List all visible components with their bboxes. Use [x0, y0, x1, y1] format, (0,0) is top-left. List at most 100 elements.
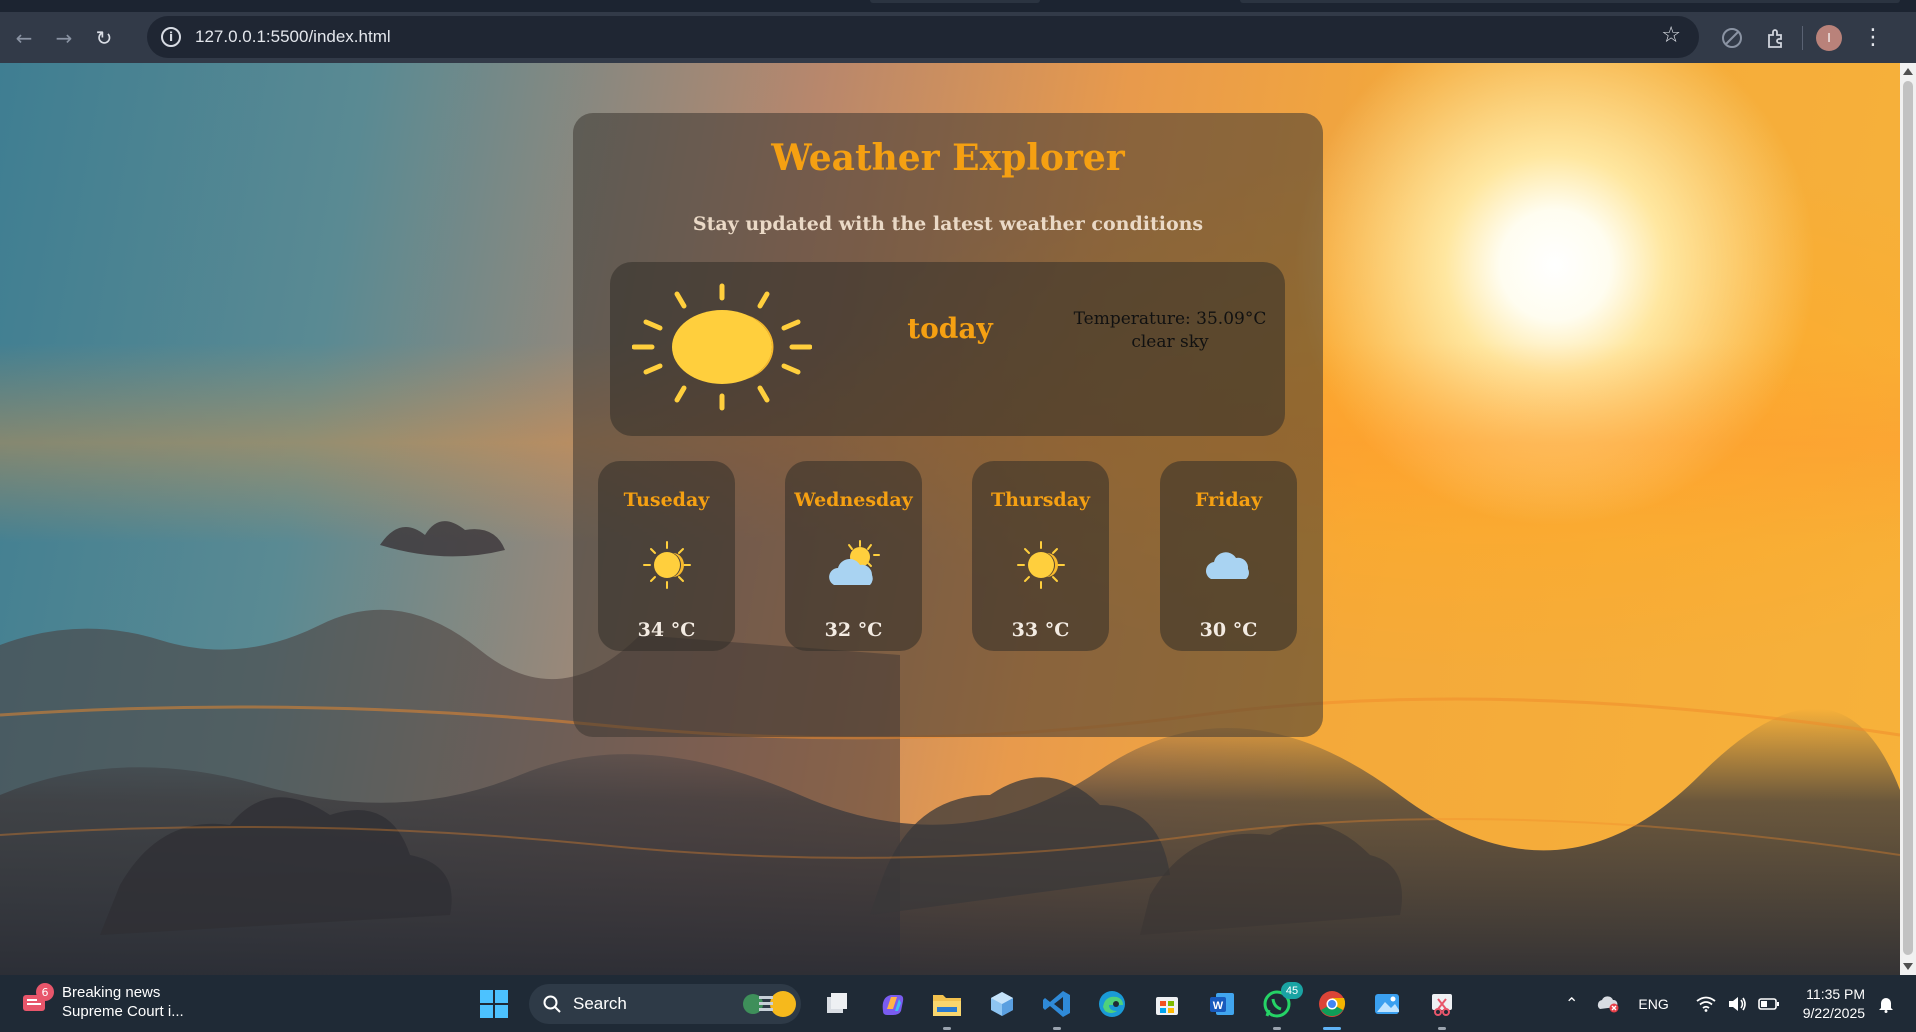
windows-logo-icon [479, 989, 508, 1018]
tab[interactable] [870, 0, 1040, 3]
taskbar-search[interactable]: Search [529, 983, 801, 1024]
kebab-menu-icon: ⋮ [1862, 25, 1884, 50]
chrome-icon [1318, 990, 1345, 1017]
word-icon: W [1209, 992, 1234, 1015]
menu-button[interactable]: ⋮ [1851, 18, 1895, 58]
partly-cloudy-icon [829, 540, 880, 585]
taskbar-vscode[interactable] [1029, 975, 1084, 1032]
browser-toolbar: ← → ↻ i 127.0.0.1:5500/index.html ☆ [0, 12, 1916, 63]
app-subtitle: Stay updated with the latest weather con… [692, 213, 1204, 235]
forecast-card-friday: Friday 30 °C [1160, 461, 1297, 651]
start-button[interactable] [466, 975, 521, 1032]
news-title: Breaking news [62, 984, 161, 1001]
search-placeholder: Search [573, 993, 627, 1013]
extensions-button[interactable] [1754, 18, 1798, 58]
news-subtitle: Supreme Court i... [62, 1003, 184, 1020]
store-icon [1155, 996, 1178, 1015]
blocked-icon [1722, 27, 1742, 48]
news-text: Breaking news Supreme Court i... [62, 983, 184, 1021]
news-icon: 6 [20, 983, 54, 1017]
today-details: Temperature: 35.09°C clear sky [1060, 308, 1280, 354]
forecast-temp: 32 °C [824, 619, 883, 641]
search-icon [543, 995, 561, 1013]
battery-button[interactable] [1757, 997, 1780, 1011]
forecast-card-thursday: Thursday 33 °C [972, 461, 1109, 651]
reload-button[interactable]: ↻ [84, 18, 124, 58]
running-indicator [1273, 1027, 1281, 1030]
puzzle-icon [1768, 28, 1782, 48]
vscode-icon [1042, 990, 1070, 1017]
running-indicator [943, 1027, 951, 1030]
forecast-day-name: Friday [1194, 489, 1263, 511]
site-info-icon[interactable]: i [161, 27, 181, 47]
extension-blocked-button[interactable] [1710, 18, 1754, 58]
snipping-tool-icon [1431, 993, 1452, 1016]
address-bar[interactable]: i 127.0.0.1:5500/index.html ☆ [147, 16, 1699, 58]
taskbar-clock[interactable]: 11:35 PM 9/22/2025 [1803, 985, 1865, 1023]
clock-date: 9/22/2025 [1802, 1004, 1866, 1021]
cloud-error-icon [1598, 995, 1619, 1012]
taskbar-store[interactable] [1139, 975, 1194, 1032]
taskbar-task-view[interactable] [809, 975, 864, 1032]
folder-icon [932, 994, 961, 1016]
running-indicator [1053, 1027, 1061, 1030]
scrollbar-thumb[interactable] [1903, 81, 1913, 955]
copilot-icon [882, 994, 903, 1015]
taskbar-3d-viewer[interactable] [974, 975, 1029, 1032]
windows-taskbar: 6 Breaking news Supreme Court i... Searc… [0, 975, 1916, 1032]
taskbar-photos[interactable] [1359, 975, 1414, 1032]
show-hidden-icons-button[interactable]: ⌃ [1565, 994, 1578, 1014]
forecast-day-name: Wednesday [794, 489, 913, 511]
forecast-temp: 30 °C [1199, 619, 1258, 641]
notifications-button[interactable] [1877, 995, 1895, 1013]
tab[interactable] [1240, 0, 1900, 3]
onedrive-status[interactable] [1596, 995, 1620, 1013]
whatsapp-badge: 45 [1281, 982, 1303, 999]
news-badge: 6 [36, 983, 54, 1001]
taskbar-whatsapp[interactable]: 45 [1249, 975, 1304, 1032]
page-scrollbar[interactable] [1900, 63, 1916, 975]
bookmark-star-icon[interactable]: ☆ [1661, 23, 1681, 48]
avatar: I [1816, 24, 1842, 51]
profile-button[interactable]: I [1807, 18, 1851, 58]
taskbar-edge[interactable] [1084, 975, 1139, 1032]
cube-icon [990, 991, 1013, 1016]
today-label: today [907, 312, 993, 345]
system-tray: ⌃ ENG 11:35 PM 9/22/2025 [1556, 975, 1904, 1032]
news-widget[interactable]: 6 Breaking news Supreme Court i... [20, 983, 184, 1021]
taskbar-copilot[interactable] [864, 975, 919, 1032]
separator [1802, 25, 1803, 50]
today-description: clear sky [1131, 332, 1209, 352]
forecast-day-name: Thursday [990, 489, 1091, 511]
app-title: Weather Explorer [771, 137, 1125, 179]
tab-strip [0, 0, 1916, 12]
running-indicator [1438, 1027, 1446, 1030]
clock-time: 11:35 PM [1806, 985, 1866, 1002]
url-text[interactable]: 127.0.0.1:5500/index.html [195, 27, 391, 47]
taskbar-chrome[interactable] [1304, 975, 1359, 1032]
today-weather-panel: today Temperature: 35.09°C clear sky [610, 262, 1285, 436]
taskbar-word[interactable]: W [1194, 975, 1249, 1032]
forecast-card-tuesday: Tuseday 34 °C [598, 461, 735, 651]
sun-icon [632, 283, 812, 411]
back-button[interactable]: ← [4, 18, 44, 58]
scroll-up-arrow-icon[interactable] [1903, 68, 1913, 75]
forecast-temp: 34 °C [637, 619, 696, 641]
task-view-icon [826, 992, 847, 1013]
scroll-down-arrow-icon[interactable] [1903, 963, 1913, 970]
page-viewport: Weather Explorer Stay updated with the l… [0, 63, 1900, 975]
forecast-temp: 33 °C [1011, 619, 1070, 641]
language-indicator[interactable]: ENG [1638, 996, 1668, 1012]
forward-button[interactable]: → [44, 18, 84, 58]
edge-icon [1098, 990, 1125, 1017]
taskbar-apps: Search W 45 [466, 975, 1469, 1032]
volume-button[interactable] [1727, 996, 1747, 1012]
sun-icon [1017, 541, 1065, 589]
search-highlight-icon [743, 990, 796, 1017]
taskbar-snipping-tool[interactable] [1414, 975, 1469, 1032]
today-temperature: Temperature: 35.09°C [1073, 309, 1267, 329]
taskbar-file-explorer[interactable] [919, 975, 974, 1032]
arrow-left-icon: ← [15, 25, 33, 50]
wifi-icon [1696, 996, 1716, 1012]
network-button[interactable] [1696, 996, 1716, 1012]
